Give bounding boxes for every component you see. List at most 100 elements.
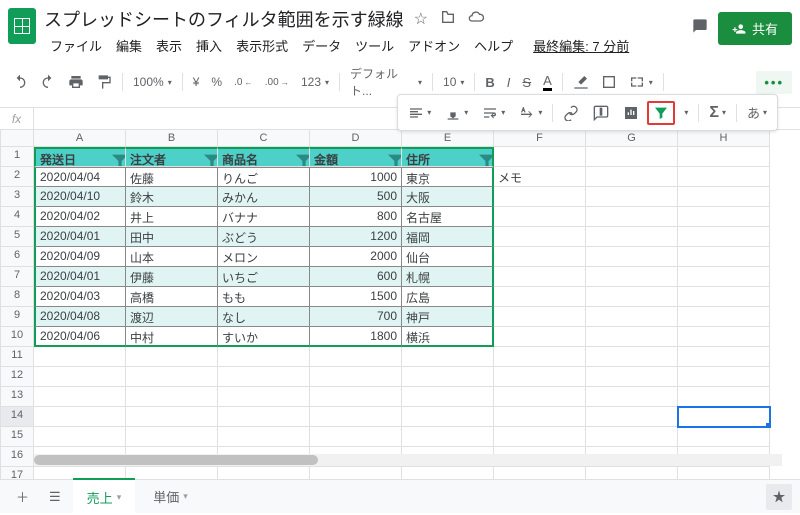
empty-cell[interactable] [586,187,678,207]
input-tools-button[interactable]: あ [741,99,773,126]
fill-color-button[interactable] [569,70,593,94]
data-cell[interactable]: 600 [310,267,402,287]
data-cell[interactable]: 横浜 [402,327,494,347]
menu-edit[interactable]: 編集 [110,34,148,57]
empty-cell[interactable] [494,407,586,427]
filter-dropdown-icon[interactable] [112,153,122,163]
horizontal-align-button[interactable] [402,101,437,125]
share-button[interactable]: 共有 [718,12,792,45]
data-cell[interactable]: 2000 [310,247,402,267]
data-cell[interactable]: 2020/04/06 [34,327,126,347]
row-header[interactable]: 9 [0,307,34,327]
toolbar-more-button[interactable]: ••• [756,71,792,94]
empty-cell[interactable] [678,387,770,407]
filter-views-button[interactable] [677,104,694,121]
filter-dropdown-icon[interactable] [388,153,398,163]
data-cell[interactable]: 渡辺 [126,307,218,327]
filter-header-cell[interactable]: 住所 [402,147,494,167]
empty-cell[interactable] [586,267,678,287]
data-cell[interactable]: もも [218,287,310,307]
empty-cell[interactable] [586,427,678,447]
row-header[interactable]: 6 [0,247,34,267]
all-sheets-button[interactable]: ☰ [41,483,69,511]
empty-cell[interactable] [678,167,770,187]
empty-cell[interactable] [678,367,770,387]
data-cell[interactable]: 2020/04/01 [34,227,126,247]
data-cell[interactable]: 500 [310,187,402,207]
row-header[interactable]: 16 [0,447,34,467]
menu-insert[interactable]: 挿入 [190,34,228,57]
filter-dropdown-icon[interactable] [296,153,306,163]
filter-header-cell[interactable]: 発送日 [34,147,126,167]
data-cell[interactable]: りんご [218,167,310,187]
functions-button[interactable]: Σ [703,100,732,126]
menu-addons[interactable]: アドオン [402,34,466,57]
data-cell[interactable]: バナナ [218,207,310,227]
data-cell[interactable]: 大阪 [402,187,494,207]
row-header[interactable]: 4 [0,207,34,227]
select-all-corner[interactable] [0,130,34,147]
print-button[interactable] [64,70,88,94]
empty-cell[interactable] [494,247,586,267]
comments-icon[interactable] [692,17,708,40]
data-cell[interactable]: ぶどう [218,227,310,247]
empty-cell[interactable] [586,207,678,227]
row-header[interactable]: 15 [0,427,34,447]
empty-cell[interactable] [494,147,586,167]
empty-cell[interactable] [494,287,586,307]
data-cell[interactable]: 広島 [402,287,494,307]
menu-view[interactable]: 表示 [150,34,188,57]
data-cell[interactable]: 2020/04/03 [34,287,126,307]
data-cell[interactable]: みかん [218,187,310,207]
paint-format-button[interactable] [92,70,116,94]
row-header[interactable]: 2 [0,167,34,187]
empty-cell[interactable] [494,347,586,367]
data-cell[interactable]: 田中 [126,227,218,247]
data-cell[interactable]: 2020/04/04 [34,167,126,187]
last-edit-link[interactable]: 最終編集: 7 分前 [527,34,635,57]
filter-dropdown-icon[interactable] [204,153,214,163]
sheet-tab-other[interactable]: 単価▾ [139,479,202,514]
menu-tools[interactable]: ツール [349,34,400,57]
column-header[interactable]: A [34,130,126,147]
insert-comment-button[interactable] [587,101,615,125]
italic-button[interactable]: I [503,71,515,94]
empty-cell[interactable] [126,407,218,427]
data-cell[interactable]: 700 [310,307,402,327]
data-cell[interactable]: 1000 [310,167,402,187]
text-rotation-button[interactable] [513,101,548,125]
empty-cell[interactable] [586,227,678,247]
data-cell[interactable]: いちご [218,267,310,287]
empty-cell[interactable] [494,207,586,227]
empty-cell[interactable] [34,347,126,367]
column-header[interactable]: B [126,130,218,147]
empty-cell[interactable] [586,327,678,347]
empty-cell[interactable] [126,367,218,387]
empty-cell[interactable] [402,407,494,427]
row-header[interactable]: 14 [0,407,34,427]
currency-button[interactable]: ¥ [189,71,204,93]
empty-cell[interactable] [34,427,126,447]
text-wrap-button[interactable] [476,101,511,125]
filter-dropdown-icon[interactable] [479,153,489,163]
row-header[interactable]: 5 [0,227,34,247]
menu-file[interactable]: ファイル [44,34,108,57]
empty-cell[interactable] [310,347,402,367]
zoom-select[interactable]: 100% [129,71,176,93]
empty-cell[interactable] [494,387,586,407]
filter-button[interactable] [647,101,675,125]
filter-header-cell[interactable]: 商品名 [218,147,310,167]
data-cell[interactable]: 800 [310,207,402,227]
vertical-align-button[interactable] [439,101,474,125]
data-cell[interactable]: 2020/04/02 [34,207,126,227]
empty-cell[interactable] [586,307,678,327]
empty-cell[interactable] [678,247,770,267]
empty-cell[interactable] [678,307,770,327]
data-cell[interactable]: 2020/04/08 [34,307,126,327]
sheets-logo[interactable] [8,8,36,44]
data-cell[interactable]: 1500 [310,287,402,307]
percent-button[interactable]: % [207,71,226,93]
column-header[interactable]: F [494,130,586,147]
data-cell[interactable]: 仙台 [402,247,494,267]
data-cell[interactable]: 2020/04/09 [34,247,126,267]
